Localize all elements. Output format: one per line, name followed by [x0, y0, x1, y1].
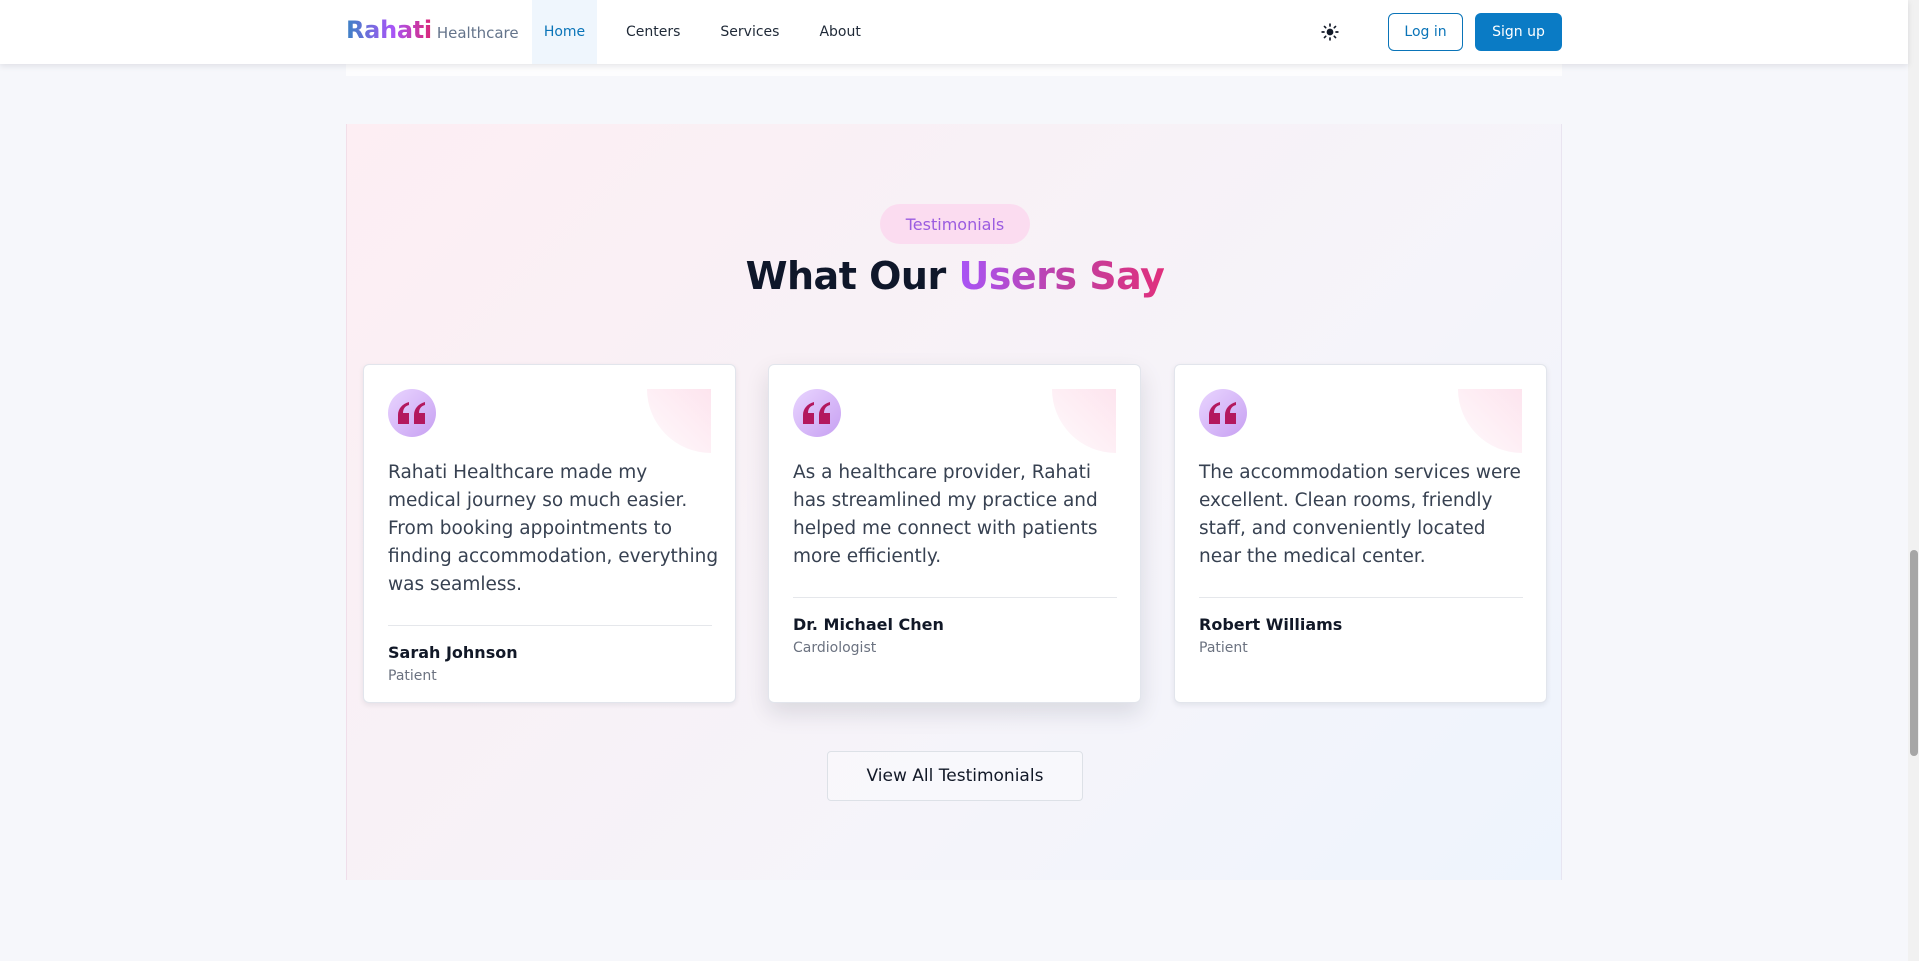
sun-icon — [1321, 23, 1339, 41]
signup-button[interactable]: Sign up — [1475, 13, 1562, 51]
main-nav: Home Centers Services About — [532, 0, 888, 64]
quote-icon — [1199, 389, 1247, 437]
author-role: Patient — [1199, 640, 1248, 656]
author-name: Robert Williams — [1199, 615, 1343, 634]
testimonial-quote: The accommodation services were excellen… — [1199, 462, 1521, 567]
nav-link-services[interactable]: Services — [707, 0, 792, 64]
brand-name: Rahati — [346, 16, 432, 44]
card-corner-decoration — [1458, 389, 1522, 453]
previous-section-edge — [346, 64, 1562, 76]
section-badge: Testimonials — [880, 204, 1030, 244]
card-corner-decoration — [647, 389, 711, 453]
quote-icon — [793, 389, 841, 437]
author-name: Sarah Johnson — [388, 643, 518, 662]
testimonial-card: Rahati Healthcare made my medical journe… — [363, 364, 736, 703]
quote-icon — [388, 389, 436, 437]
testimonial-card: The accommodation services were excellen… — [1174, 364, 1547, 703]
author-role: Patient — [388, 668, 437, 684]
card-divider — [1199, 597, 1523, 598]
testimonial-quote: As a healthcare provider, Rahati has str… — [793, 462, 1098, 567]
login-button[interactable]: Log in — [1388, 13, 1463, 51]
section-title: What Our Users Say — [347, 254, 1563, 298]
brand-suffix: Healthcare — [436, 24, 519, 42]
section-title-prefix: What Our — [745, 254, 959, 298]
testimonials-section: Testimonials What Our Users Say Rahati H… — [346, 124, 1562, 880]
quote-mark-glyph — [1209, 402, 1236, 424]
quote-mark-glyph — [803, 402, 830, 424]
nav-link-home[interactable]: Home — [532, 0, 597, 64]
view-all-testimonials-button[interactable]: View All Testimonials — [827, 751, 1083, 801]
scrollbar-thumb[interactable] — [1910, 550, 1918, 756]
card-divider — [388, 625, 712, 626]
top-navbar: Rahati Healthcare Home Centers Services … — [0, 0, 1908, 64]
author-name: Dr. Michael Chen — [793, 615, 944, 634]
scrollbar-track[interactable] — [1908, 0, 1919, 961]
nav-link-centers[interactable]: Centers — [613, 0, 693, 64]
nav-link-about[interactable]: About — [806, 0, 873, 64]
author-role: Cardiologist — [793, 640, 877, 656]
card-corner-decoration — [1052, 389, 1116, 453]
brand-logo[interactable]: Rahati Healthcare — [346, 16, 519, 44]
testimonial-quote: Rahati Healthcare made my medical journe… — [388, 462, 719, 595]
card-divider — [793, 597, 1117, 598]
section-title-accent: Users Say — [958, 254, 1165, 298]
page: Rahati Healthcare Home Centers Services … — [0, 0, 1919, 961]
quote-mark-glyph — [398, 402, 425, 424]
testimonial-card: As a healthcare provider, Rahati has str… — [768, 364, 1141, 703]
theme-toggle-button[interactable] — [1318, 20, 1342, 44]
